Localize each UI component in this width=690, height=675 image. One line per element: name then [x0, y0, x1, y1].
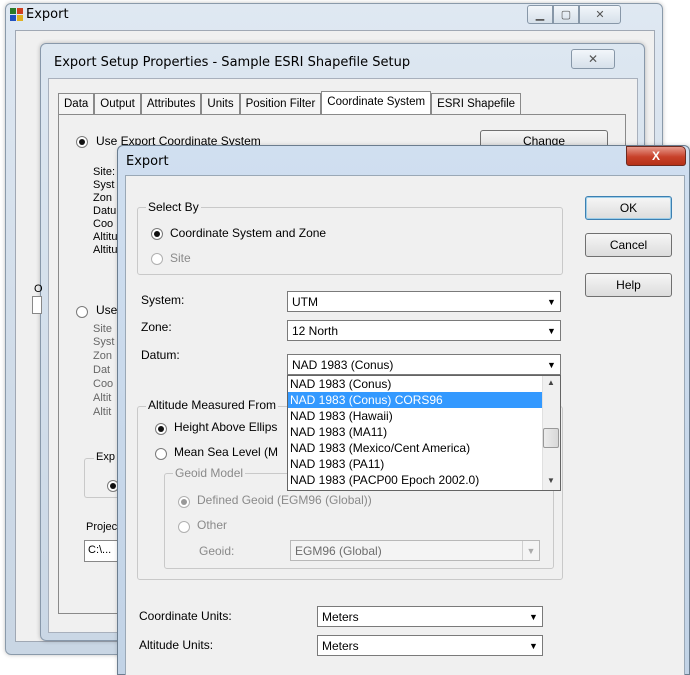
- scroll-up-icon[interactable]: ▲: [547, 378, 555, 387]
- bg-project-path: C:\...: [88, 544, 112, 556]
- coord-system-zone-radio[interactable]: [151, 226, 163, 240]
- altitude-units-label: Altitude Units:: [139, 638, 214, 652]
- bg-altitude-label-4: Altit: [93, 406, 112, 418]
- list-item[interactable]: NAD 1983 (MA11): [288, 424, 560, 440]
- geoid-model-legend: Geoid Model: [173, 466, 246, 480]
- altitude-legend: Altitude Measured From: [146, 398, 279, 412]
- bg-altitude-label-2: Altitu: [93, 244, 118, 256]
- datum-value: NAD 1983 (Conus): [292, 357, 394, 372]
- zone-combo[interactable]: 12 North ▼: [287, 320, 561, 341]
- bg-project-label: Projec: [86, 521, 118, 533]
- chevron-down-icon: ▼: [547, 325, 556, 336]
- msl-label: Mean Sea Level (M: [174, 445, 279, 459]
- geoid-value: EGM96 (Global): [295, 543, 382, 558]
- close-icon[interactable]: ✕: [579, 5, 621, 24]
- altitude-units-combo[interactable]: Meters ▼: [317, 635, 543, 656]
- bg-export-group-legend: Exp: [94, 451, 117, 463]
- height-above-radio[interactable]: [155, 421, 167, 435]
- setup-tabs: Data Output Attributes Units Position Fi…: [58, 91, 522, 115]
- select-by-legend: Select By: [146, 200, 201, 214]
- setup-close-icon[interactable]: ✕: [571, 49, 615, 69]
- ok-button[interactable]: OK: [585, 196, 672, 220]
- chevron-down-icon: ▼: [522, 541, 539, 560]
- bg-coord-label: Coo: [93, 218, 114, 230]
- coordinate-units-value: Meters: [322, 609, 359, 624]
- list-item[interactable]: NAD 1983 (PA11): [288, 456, 560, 472]
- chevron-down-icon: ▼: [529, 611, 538, 622]
- minimize-icon[interactable]: ▁: [527, 5, 553, 24]
- coordinate-units-combo[interactable]: Meters ▼: [317, 606, 543, 627]
- tab-position-filter[interactable]: Position Filter: [239, 93, 322, 115]
- select-by-group: [137, 207, 563, 275]
- outer-window-caption-buttons: ▁ ▢ ✕: [527, 5, 621, 25]
- use-other-cs-radio[interactable]: [76, 304, 88, 318]
- bg-site-label-2: Site: [93, 323, 112, 335]
- system-label: System:: [141, 293, 185, 307]
- scrollbar-thumb[interactable]: [543, 428, 559, 448]
- datum-label: Datum:: [141, 348, 180, 362]
- cancel-button[interactable]: Cancel: [585, 233, 672, 257]
- system-combo[interactable]: UTM ▼: [287, 291, 561, 312]
- coordinate-units-label: Coordinate Units:: [139, 609, 232, 623]
- zone-label: Zone:: [141, 320, 172, 334]
- list-item-selected[interactable]: NAD 1983 (Conus) CORS96: [288, 392, 560, 408]
- tab-units[interactable]: Units: [201, 93, 240, 115]
- chevron-down-icon: ▼: [547, 359, 556, 370]
- bg-zone-label-2: Zon: [93, 350, 112, 362]
- other-geoid-label: Other: [197, 518, 228, 532]
- tab-output[interactable]: Output: [94, 93, 141, 115]
- bg-datum-label-2: Dat: [93, 364, 111, 376]
- datum-dropdown-list[interactable]: NAD 1983 (Conus) NAD 1983 (Conus) CORS96…: [287, 375, 561, 491]
- bg-datum-label: Datu: [93, 205, 117, 217]
- site-label: Site: [170, 251, 191, 265]
- bg-altitude-label-1: Altitu: [93, 231, 118, 243]
- setup-window-title: Export Setup Properties - Sample ESRI Sh…: [54, 55, 411, 70]
- outer-window-title: Export: [26, 7, 69, 22]
- site-radio[interactable]: [151, 251, 163, 265]
- chevron-down-icon: ▼: [547, 296, 556, 307]
- geoid-combo[interactable]: EGM96 (Global) ▼: [290, 540, 540, 561]
- bg-coord-label-2: Coo: [93, 378, 114, 390]
- dialog-title: Export: [126, 154, 169, 169]
- bg-system-label-2: Syst: [93, 336, 115, 348]
- datum-combo[interactable]: NAD 1983 (Conus) ▼: [287, 354, 561, 375]
- bg-zone-label: Zon: [93, 192, 112, 204]
- coord-system-zone-label: Coordinate System and Zone: [170, 226, 327, 240]
- bg-altitude-label-3: Altit: [93, 392, 112, 404]
- defined-geoid-radio[interactable]: [178, 494, 190, 508]
- tab-esri-shapefile[interactable]: ESRI Shapefile: [431, 93, 522, 115]
- tab-attributes[interactable]: Attributes: [140, 93, 202, 115]
- bg-use-label: Use: [96, 303, 118, 317]
- other-geoid-radio[interactable]: [178, 519, 190, 533]
- list-item[interactable]: NAD 1983 (PACP00 Epoch 2002.0): [288, 472, 560, 488]
- chevron-down-icon: ▼: [529, 640, 538, 651]
- msl-radio[interactable]: [155, 446, 167, 460]
- export-app-icon: [10, 8, 24, 21]
- altitude-units-value: Meters: [322, 638, 359, 653]
- tab-data[interactable]: Data: [58, 93, 95, 115]
- bg-system-label: Syst: [93, 179, 115, 191]
- tab-coordinate-system[interactable]: Coordinate System: [321, 91, 432, 115]
- zone-value: 12 North: [292, 323, 339, 338]
- help-button[interactable]: Help: [585, 273, 672, 297]
- maximize-icon[interactable]: ▢: [553, 5, 579, 24]
- geoid-label: Geoid:: [199, 544, 235, 558]
- bg-field: [32, 296, 42, 314]
- system-value: UTM: [292, 294, 318, 309]
- list-item[interactable]: NAD 1983 (Mexico/Cent America): [288, 440, 560, 456]
- list-item[interactable]: NAD 1983 (Conus): [288, 376, 560, 392]
- bg-site-label: Site:: [93, 166, 116, 178]
- use-export-cs-radio[interactable]: [76, 134, 88, 148]
- defined-geoid-label: Defined Geoid (EGM96 (Global)): [197, 493, 372, 507]
- bg-o-label: O: [34, 283, 43, 295]
- height-above-label: Height Above Ellips: [174, 420, 278, 434]
- list-item[interactable]: NAD 1983 (Hawaii): [288, 408, 560, 424]
- dialog-close-icon[interactable]: X: [626, 146, 686, 166]
- scroll-down-icon[interactable]: ▼: [547, 476, 555, 485]
